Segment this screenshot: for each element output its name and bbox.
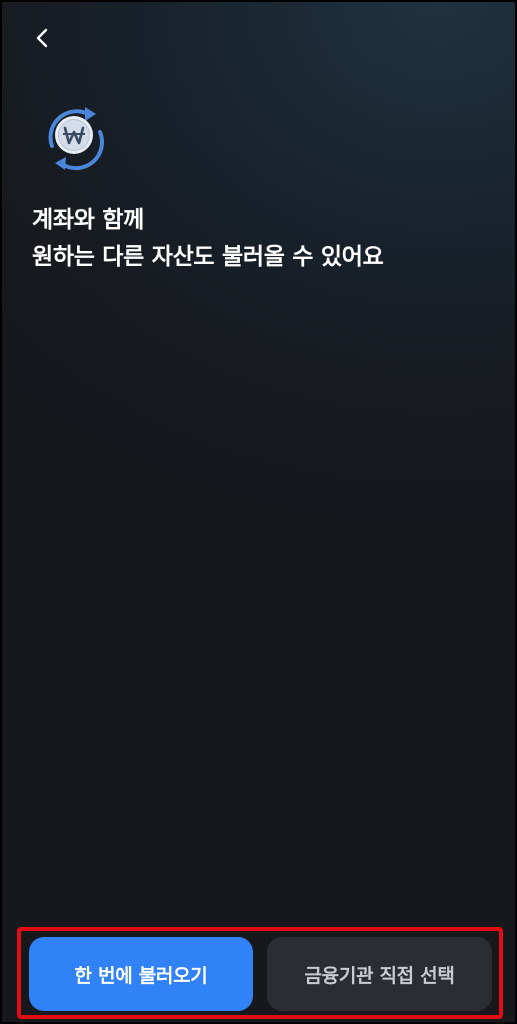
headline-line-2: 원하는 다른 자산도 불러올 수 있어요	[32, 244, 384, 270]
import-all-button[interactable]: 한 번에 불러오기	[29, 937, 253, 1011]
won-coin-refresh-icon	[38, 102, 110, 174]
chevron-left-icon	[36, 28, 48, 48]
back-button[interactable]	[26, 22, 58, 54]
headline: 계좌와 함께 원하는 다른 자산도 불러올 수 있어요	[32, 202, 384, 276]
asset-import-screen: 계좌와 함께 원하는 다른 자산도 불러올 수 있어요 한 번에 불러오기 금융…	[0, 0, 517, 1024]
headline-line-1: 계좌와 함께	[32, 207, 145, 233]
select-institution-button[interactable]: 금융기관 직접 선택	[267, 937, 492, 1011]
